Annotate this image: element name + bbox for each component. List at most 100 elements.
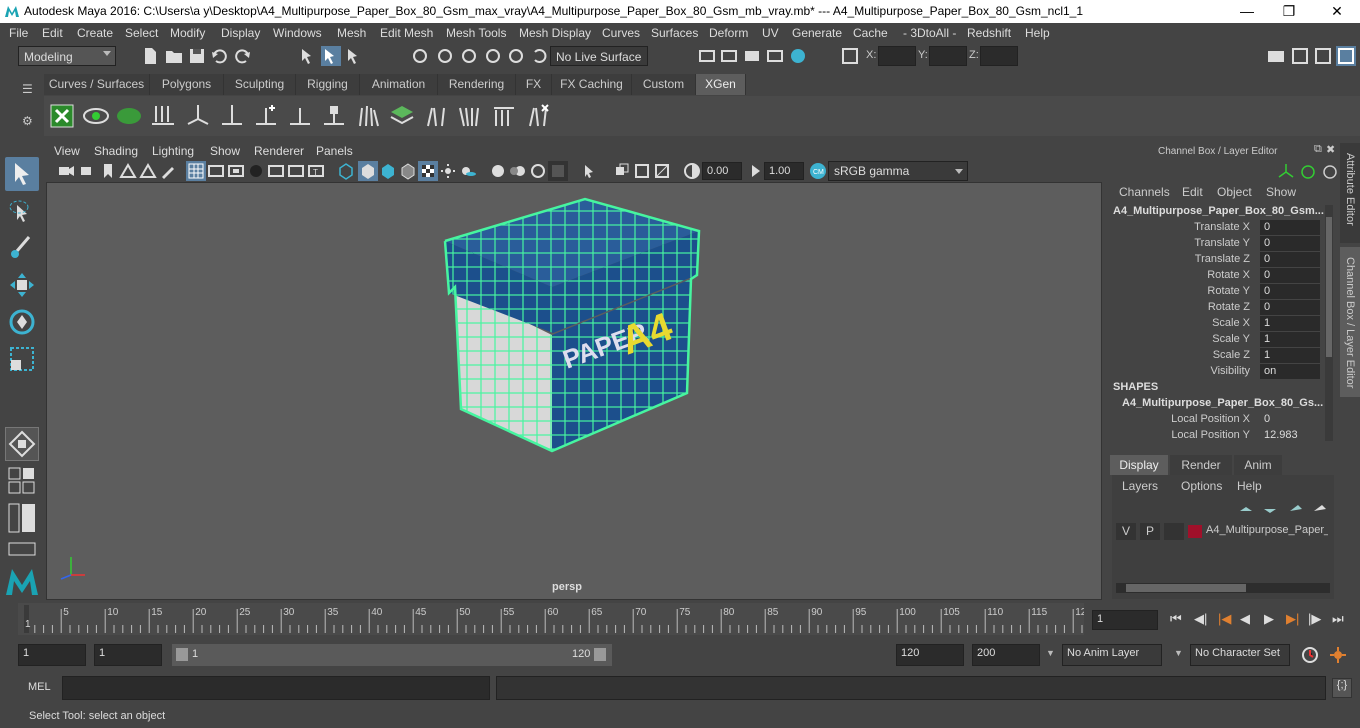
- menu-mesh[interactable]: Mesh: [337, 26, 366, 40]
- current-frame-field[interactable]: 1: [1092, 610, 1158, 630]
- open-scene-icon[interactable]: [164, 46, 184, 66]
- channel-translate-y[interactable]: Translate Y0: [1104, 236, 1324, 252]
- snap-point-icon[interactable]: [459, 46, 479, 66]
- panel-menu-shading[interactable]: Shading: [94, 144, 138, 158]
- save-scene-icon[interactable]: [187, 46, 207, 66]
- select-hierarchy-icon[interactable]: [298, 46, 318, 66]
- close-icon[interactable]: ✖: [1326, 143, 1335, 156]
- live-surface-field[interactable]: No Live Surface: [550, 46, 648, 66]
- help-menu[interactable]: Help: [1237, 479, 1262, 493]
- paint-select-tool[interactable]: [5, 231, 39, 265]
- snap-curve-icon[interactable]: [435, 46, 455, 66]
- camera-icon[interactable]: [56, 161, 76, 181]
- channel-rotate-z[interactable]: Rotate Z0: [1104, 300, 1324, 316]
- channel-local-position-y[interactable]: Local Position Y 12.983: [1104, 428, 1324, 444]
- move-tool[interactable]: [5, 268, 39, 302]
- panel-menu-renderer[interactable]: Renderer: [254, 144, 304, 158]
- layer-row[interactable]: V P A4_Multipurpose_Paper_: [1114, 523, 1330, 541]
- channels-menu[interactable]: Channels: [1119, 185, 1170, 199]
- smooth-shade-icon[interactable]: [358, 161, 378, 181]
- panel-menu-panels[interactable]: Panels: [316, 144, 353, 158]
- layer-name[interactable]: A4_Multipurpose_Paper_: [1206, 524, 1328, 536]
- exposure-icon[interactable]: [682, 161, 702, 181]
- layer-visibility-toggle[interactable]: V: [1116, 523, 1136, 540]
- auto-keyframe-icon[interactable]: [1300, 645, 1320, 665]
- wireframe-on-shaded-icon[interactable]: [398, 161, 418, 181]
- chevron-down-icon[interactable]: ▼: [1174, 648, 1183, 658]
- menu-edit-mesh[interactable]: Edit Mesh: [380, 26, 433, 40]
- float-panel-icon[interactable]: ⧉: [1314, 143, 1322, 156]
- start-time-field[interactable]: 1: [18, 644, 86, 666]
- two-d-pan-icon[interactable]: [138, 161, 158, 181]
- channel-translate-x[interactable]: Translate X0: [1104, 220, 1324, 236]
- xgen-delete-icon[interactable]: [524, 102, 552, 130]
- panel-menu-view[interactable]: View: [54, 144, 80, 158]
- step-back-key-icon[interactable]: ◀|: [1194, 611, 1207, 627]
- film-gate-icon[interactable]: [206, 161, 226, 181]
- object-menu[interactable]: Object: [1217, 185, 1252, 199]
- shelf-tab-curves-surfaces[interactable]: Curves / Surfaces: [44, 74, 150, 95]
- image-plane-icon[interactable]: [118, 161, 138, 181]
- shelf-tab-fx[interactable]: FX: [516, 74, 552, 95]
- menu-create[interactable]: Create: [77, 26, 113, 40]
- rotate-gizmo-icon[interactable]: [1298, 162, 1318, 182]
- menu-surfaces[interactable]: Surfaces: [651, 26, 698, 40]
- character-set-field[interactable]: No Character Set: [1190, 644, 1290, 666]
- axis-tripod-icon[interactable]: [1276, 162, 1296, 182]
- attribute-icon[interactable]: [1320, 162, 1340, 182]
- new-layer-selected-icon[interactable]: [1310, 499, 1330, 519]
- channel-translate-z[interactable]: Translate Z0: [1104, 252, 1324, 268]
- step-forward-frame-icon[interactable]: ▶|: [1286, 611, 1299, 627]
- step-back-frame-icon[interactable]: |◀: [1218, 611, 1231, 627]
- minimize-button[interactable]: —: [1232, 2, 1262, 20]
- range-end-handle[interactable]: [594, 648, 606, 661]
- menu-file[interactable]: File: [9, 26, 28, 40]
- xgen-guide-tool-icon[interactable]: [184, 102, 212, 130]
- screen-space-ao-icon[interactable]: [488, 161, 508, 181]
- close-button[interactable]: ✕: [1322, 2, 1352, 20]
- shelf-tab-fx-caching[interactable]: FX Caching: [552, 74, 632, 95]
- gamma-icon[interactable]: [746, 161, 766, 181]
- xgen-flatten-icon[interactable]: [490, 102, 518, 130]
- xgen-add-icon[interactable]: [252, 102, 280, 130]
- shelf-tab-polygons[interactable]: Polygons: [150, 74, 224, 95]
- layers-menu[interactable]: Layers: [1122, 479, 1158, 493]
- scroll-thumb[interactable]: [1126, 584, 1246, 592]
- bookmark-icon[interactable]: [98, 161, 118, 181]
- menu-generate[interactable]: Generate: [792, 26, 842, 40]
- isolate-select-icon[interactable]: [580, 161, 600, 181]
- safe-action-icon[interactable]: [286, 161, 306, 181]
- render-settings-icon[interactable]: [765, 46, 785, 66]
- exposure-field[interactable]: 0.00: [702, 162, 742, 180]
- xgen-comb-icon[interactable]: [456, 102, 484, 130]
- more-layouts-button[interactable]: [8, 542, 36, 556]
- channel-scale-x[interactable]: Scale X1: [1104, 316, 1324, 332]
- script-editor-icon[interactable]: {;}: [1332, 678, 1352, 698]
- transform-field-icon[interactable]: [840, 46, 860, 66]
- time-ruler[interactable]: 5 10 15 20 25 30 35 40 45 50 55 60 65 70 75 80 85 90 95 100…: [18, 603, 1084, 635]
- menu-modify[interactable]: Modify: [170, 26, 205, 40]
- snap-view-icon[interactable]: [483, 46, 503, 66]
- anti-aliasing-icon[interactable]: [528, 161, 548, 181]
- xgen-lock-icon[interactable]: [320, 102, 348, 130]
- channel-rotate-y[interactable]: Rotate Y0: [1104, 284, 1324, 300]
- menu-edit[interactable]: Edit: [42, 26, 63, 40]
- quad-layout-button[interactable]: [5, 427, 39, 461]
- xgen-layers-icon[interactable]: [388, 102, 416, 130]
- channel-box-scrollbar[interactable]: [1325, 205, 1333, 441]
- shelf-tab-animation[interactable]: Animation: [360, 74, 438, 95]
- attribute-editor-tab[interactable]: Attribute Editor: [1340, 143, 1360, 243]
- ipr-render-icon[interactable]: [742, 46, 762, 66]
- shelf-tab-xgen[interactable]: XGen: [696, 74, 746, 95]
- maximize-button[interactable]: ❐: [1274, 2, 1304, 20]
- layer-playback-toggle[interactable]: P: [1140, 523, 1160, 540]
- channel-box-tab[interactable]: Channel Box / Layer Editor: [1340, 247, 1360, 397]
- xgen-sculpt-icon[interactable]: [218, 102, 246, 130]
- go-to-start-icon[interactable]: ⏮: [1170, 611, 1182, 627]
- menu-uv[interactable]: UV: [762, 26, 779, 40]
- toggle-tool-settings-icon[interactable]: [1313, 46, 1333, 66]
- anim-layer-field[interactable]: No Anim Layer: [1062, 644, 1162, 666]
- layer-color-swatch[interactable]: [1188, 525, 1202, 538]
- options-menu[interactable]: Options: [1181, 479, 1222, 493]
- xgen-editor-icon[interactable]: [49, 102, 75, 130]
